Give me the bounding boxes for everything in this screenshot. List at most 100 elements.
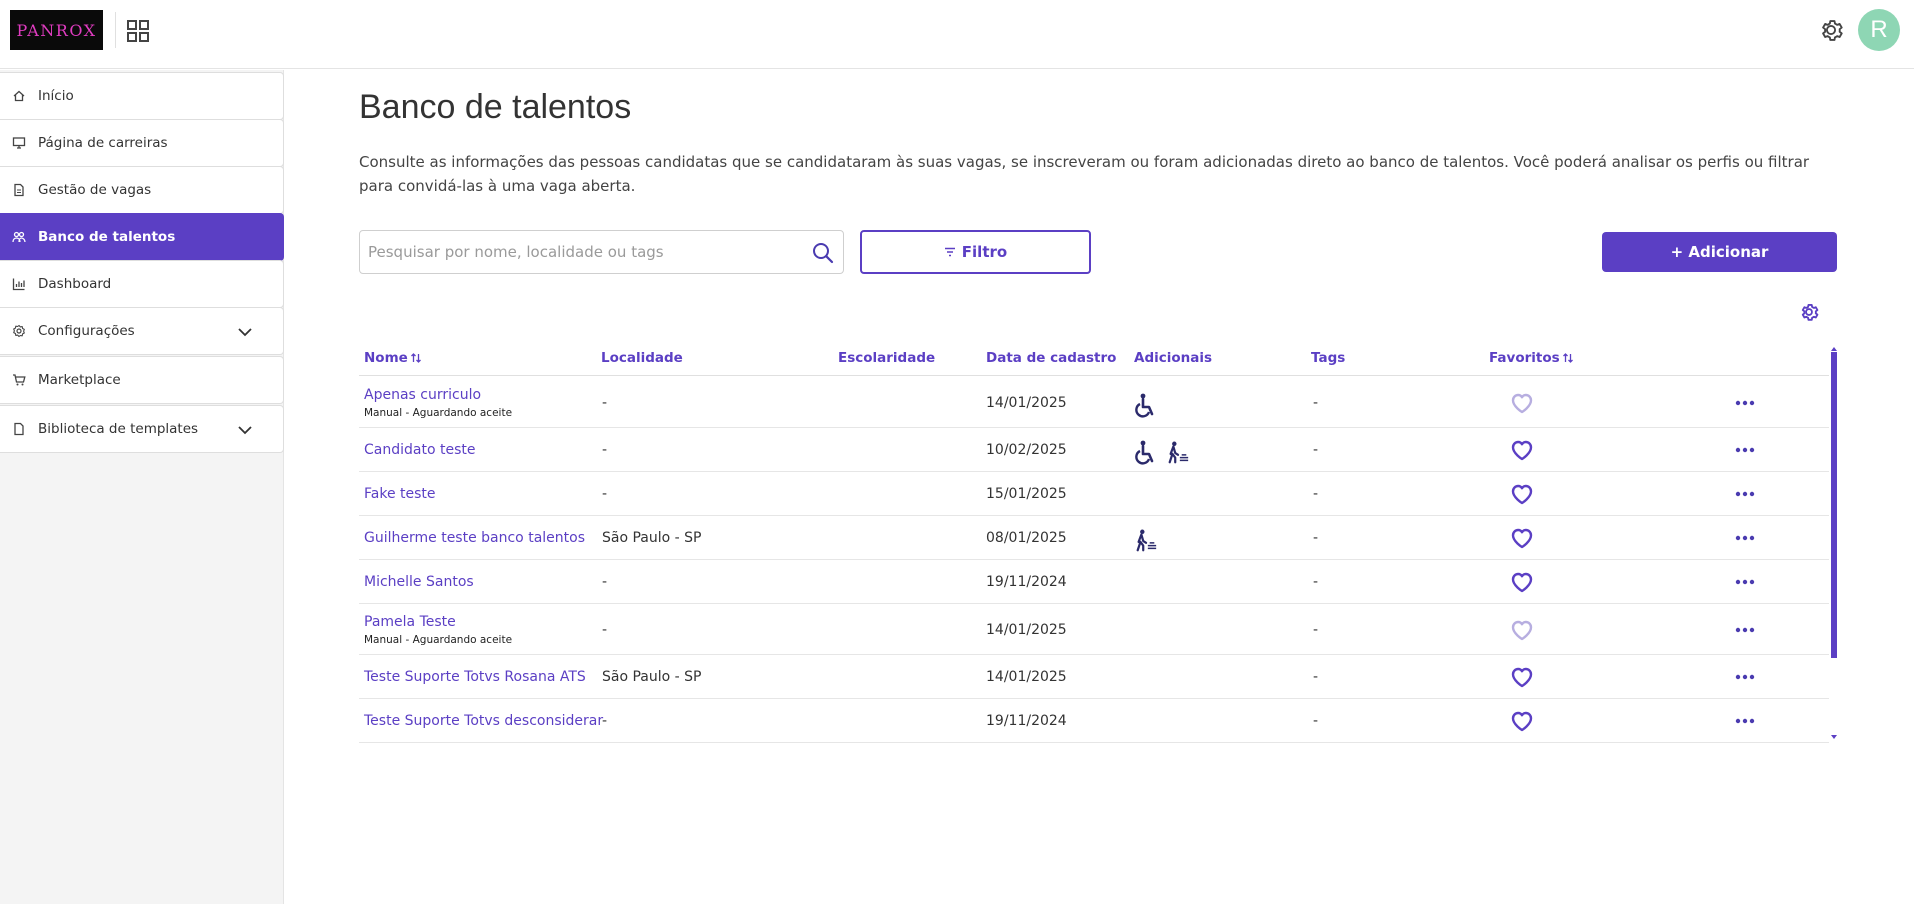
sidebar-item-pagina-de-carreiras[interactable]: Página de carreiras [0,119,284,167]
cell-tags-text: - [1313,621,1319,638]
cart-icon [13,374,26,386]
cell-tags: - [1313,472,1318,516]
cell-adicionais [1134,516,1166,560]
sidebar-item-label: Marketplace [38,372,121,388]
scroll-down-arrow-icon[interactable] [1831,734,1837,740]
more-options-icon[interactable] [1735,627,1755,633]
table-header: Nome Localidade Escolaridade Data de cad… [359,344,1829,376]
more-options-icon[interactable] [1735,535,1755,541]
chart-icon [12,278,25,291]
candidate-name-link[interactable]: Teste Suporte Totvs desconsiderar [364,713,603,729]
filter-button[interactable]: Filtro [860,230,1091,274]
page-title: Banco de talentos [359,88,632,126]
favorite-heart-icon[interactable] [1510,571,1534,593]
table-row[interactable]: Candidato teste - 10/02/2025 - [359,428,1829,472]
sidebar-item-biblioteca-de-templates[interactable]: Biblioteca de templates [0,405,284,453]
column-header-favoritos[interactable]: Favoritos [1489,350,1574,366]
sidebar-item-label: Início [38,88,74,104]
column-header-escolaridade: Escolaridade [838,350,935,366]
cell-adicionais [1134,377,1166,428]
gear-icon [13,324,25,338]
cell-localidade: - [602,604,607,655]
more-options-icon[interactable] [1735,400,1755,406]
search-input[interactable] [368,239,798,265]
cell-nome: Teste Suporte Totvs Rosana ATS [364,655,586,699]
sidebar-item-marketplace[interactable]: Marketplace [0,356,284,404]
sidebar-item-dashboard[interactable]: Dashboard [0,260,284,308]
cell-tags: - [1313,560,1318,604]
table-row[interactable]: Michelle Santos - 19/11/2024 - [359,560,1829,604]
chevron-down-icon[interactable] [237,324,253,340]
sidebar-item-label: Banco de talentos [38,229,176,245]
cell-nome: Guilherme teste banco talentos [364,516,585,560]
cell-localidade: - [602,472,607,516]
favorite-heart-icon[interactable] [1510,710,1534,732]
cell-localidade-text: - [602,621,608,638]
sidebar-item-configuracoes[interactable]: Configurações [0,307,284,355]
more-options-icon[interactable] [1735,579,1755,585]
document-icon [14,422,24,436]
candidate-status-text: Manual - Aguardando aceite [364,633,513,646]
cell-actions [1735,560,1755,604]
grid-icon[interactable] [127,20,149,42]
avatar[interactable]: R [1858,9,1900,51]
candidate-name-link[interactable]: Pamela Teste [364,614,512,630]
cell-data-de-cadastro: 15/01/2025 [986,472,1067,516]
cell-tags: - [1313,516,1318,560]
search-icon[interactable] [811,241,835,265]
cell-actions [1735,516,1755,560]
more-options-icon[interactable] [1735,718,1755,724]
table-row[interactable]: Teste Suporte Totvs desconsiderar -19/11/… [359,699,1829,743]
favorite-heart-icon[interactable] [1510,527,1534,549]
cell-tags: - [1313,377,1318,428]
candidate-name-link[interactable]: Guilherme teste banco talentos [364,530,585,546]
candidate-name-link[interactable]: Michelle Santos [364,574,474,590]
column-header-label: Tags [1311,350,1346,366]
table-row[interactable]: Fake teste - 15/01/2025 - [359,472,1829,516]
candidate-name-link[interactable]: Candidato teste [364,442,475,458]
candidate-name-link[interactable]: Fake teste [364,486,436,502]
more-options-icon[interactable] [1735,674,1755,680]
sort-icon[interactable] [410,352,422,364]
add-button[interactable]: + Adicionar [1602,232,1837,272]
cell-actions [1735,428,1755,472]
cell-localidade-text: - [602,574,608,590]
cell-localidade-text: - [602,394,608,411]
more-options-icon[interactable] [1735,491,1755,497]
favorite-heart-icon[interactable] [1510,666,1534,688]
column-header-nome[interactable]: Nome [364,350,422,366]
cell-tags-text: - [1313,669,1319,685]
table-settings-gear-icon[interactable] [1798,301,1820,323]
candidate-name-link[interactable]: Apenas curriculo [364,387,512,403]
page-description: Consulte as informações das pessoas cand… [359,153,1810,195]
column-header-label: Favoritos [1489,350,1560,366]
column-header-label: Data de cadastro [986,350,1117,366]
sort-icon[interactable] [1562,352,1574,364]
gear-icon[interactable] [1817,16,1845,44]
sidebar-item-banco-de-talentos[interactable]: Banco de talentos [0,213,284,261]
favorite-heart-icon[interactable] [1510,392,1534,414]
cell-actions [1735,377,1755,428]
favorite-heart-icon[interactable] [1510,483,1534,505]
sidebar-item-inicio[interactable]: Início [0,72,284,120]
table-row[interactable]: Pamela Teste Manual - Aguardando aceite - 1… [359,604,1829,655]
candidate-name-link[interactable]: Teste Suporte Totvs Rosana ATS [364,669,586,685]
cell-favorito [1510,516,1534,560]
sidebar-item-gestao-de-vagas[interactable]: Gestão de vagas [0,166,284,214]
table-row[interactable]: Teste Suporte Totvs Rosana ATS São Paulo … [359,655,1829,699]
more-options-icon[interactable] [1735,447,1755,453]
table-row[interactable]: Guilherme teste banco talentos São Paulo … [359,516,1829,560]
cell-localidade-text: São Paulo - SP [602,669,702,685]
favorite-heart-icon[interactable] [1510,439,1534,461]
chevron-down-icon[interactable] [237,422,253,438]
cell-favorito [1510,699,1534,743]
cell-localidade: - [602,699,607,743]
cell-nome: Teste Suporte Totvs desconsiderar [364,699,603,743]
scrollbar-thumb[interactable] [1831,352,1837,658]
cell-data-text: 15/01/2025 [986,486,1067,502]
table-row[interactable]: Apenas curriculo Manual - Aguardando acei… [359,377,1829,428]
favorite-heart-icon[interactable] [1510,619,1534,641]
cell-localidade: São Paulo - SP [602,516,701,560]
scrollbar[interactable] [1831,347,1837,742]
company-logo[interactable]: PANROX [10,10,103,50]
